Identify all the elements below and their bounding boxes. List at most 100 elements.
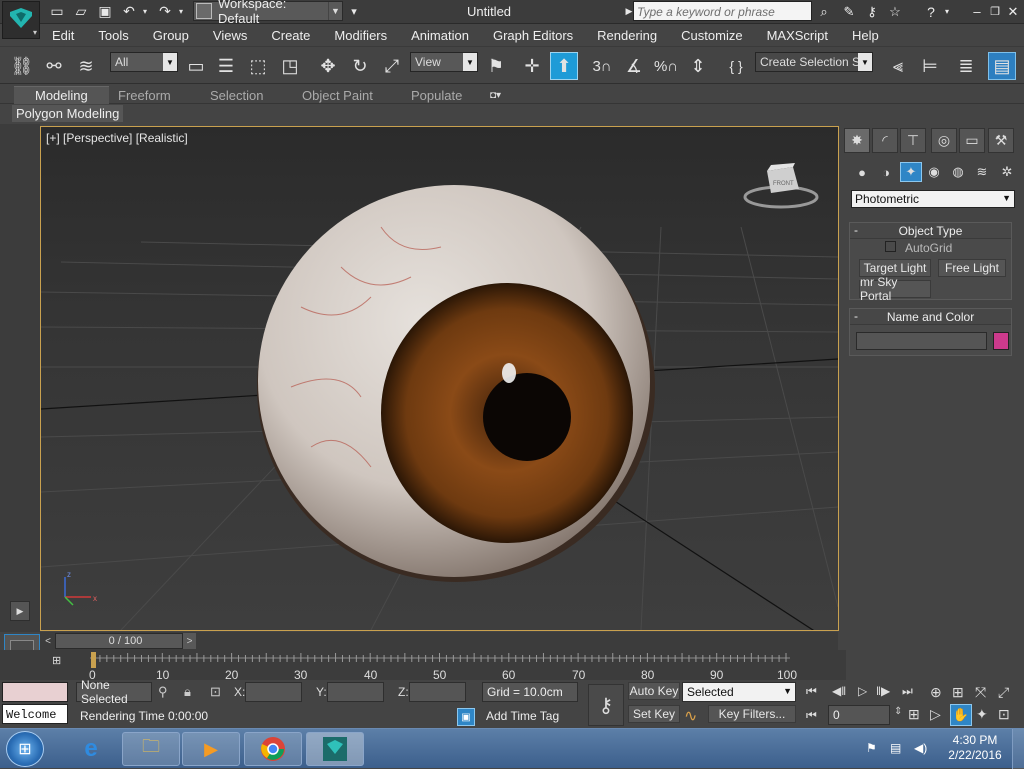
absolute-mode-icon[interactable]: ⊡ [210,684,221,700]
shapes-icon[interactable]: ◑ [875,162,897,182]
select-object-icon[interactable]: ▭ [182,52,210,80]
pivot-center-icon[interactable]: ⚑ [482,52,510,80]
key-icon[interactable]: ⚷ [863,3,881,20]
polygon-modeling-panel[interactable]: Polygon Modeling [12,105,124,122]
motion-tab-icon[interactable]: ◎ [931,128,957,153]
name-and-color-header[interactable]: - Name and Color [850,309,1011,325]
action-center-icon[interactable]: ⚑ [866,741,877,755]
layer-manager-icon[interactable]: ≣ [952,52,980,80]
maxscript-listener-mini[interactable] [2,682,68,702]
keyboard-shortcut-override-icon[interactable]: ⬆ [550,52,578,80]
internet-explorer-icon[interactable]: e [62,732,120,766]
rotate-icon[interactable]: ↻ [346,52,374,80]
menu-maxscript[interactable]: MAXScript [755,24,840,46]
network-icon[interactable]: ▤ [890,741,901,755]
go-to-start-icon[interactable]: ⏮ [806,684,817,699]
maximize-viewport-icon[interactable]: ⊡ [998,706,1010,723]
zoom-icon[interactable]: ⊕ [930,684,942,701]
hierarchy-tab-icon[interactable]: ⊤ [900,128,926,153]
undo-dropdown-icon[interactable]: ▾ [140,3,150,20]
autogrid-checkbox[interactable] [885,241,896,252]
system-clock[interactable]: 4:30 PM 2/22/2016 [940,733,1010,763]
key-filters-button[interactable]: Key Filters... [708,705,796,723]
display-tab-icon[interactable]: ▭ [959,128,985,153]
time-slider[interactable]: 0 / 100 [55,633,196,649]
select-by-name-icon[interactable]: ☰ [212,52,240,80]
menu-modifiers[interactable]: Modifiers [322,24,399,46]
percent-snap-icon[interactable]: %∩ [652,52,680,80]
customize-quick-access-icon[interactable]: ▾ [345,3,363,20]
menu-create[interactable]: Create [259,24,322,46]
minimize-icon[interactable]: – [968,3,986,20]
modify-tab-icon[interactable]: ◜ [872,128,898,153]
expand-arrow-icon[interactable]: ▶ [10,601,30,621]
zoom-all-icon[interactable]: ⊞ [952,684,964,701]
menu-rendering[interactable]: Rendering [585,24,669,46]
menu-graph-editors[interactable]: Graph Editors [481,24,585,46]
cameras-icon[interactable]: ◉ [923,162,945,182]
reference-coordinate-select[interactable]: View ▼ [410,52,478,72]
lights-icon[interactable]: ✦ [900,162,922,182]
set-keys-key-icon[interactable]: ⚷ [588,684,624,726]
chrome-icon[interactable] [244,732,302,766]
snaps-toggle-icon[interactable]: 3∩ [588,52,616,80]
tab-object-paint[interactable]: Object Paint [302,86,373,104]
ribbon-options-icon[interactable]: ◘▾ [490,86,512,104]
show-desktop-button[interactable] [1012,729,1024,769]
help-icon[interactable]: ? [922,3,940,20]
field-of-view-icon[interactable]: ▷ [930,706,941,723]
free-light-button[interactable]: Free Light [938,259,1006,277]
align-icon[interactable]: ⊨ [916,52,944,80]
adaptive-degradation-icon[interactable]: ▣ [457,708,475,726]
menu-animation[interactable]: Animation [399,24,481,46]
mr-sky-portal-button[interactable]: mr Sky Portal [859,275,931,303]
angle-snap-icon[interactable]: ∡ [620,52,648,80]
maxscript-input[interactable]: Welcome [2,704,68,724]
object-color-swatch[interactable] [993,332,1009,350]
viewport-label-menu[interactable]: [+] [Perspective] [Realistic] [46,131,188,145]
previous-frame-icon[interactable]: < [42,633,54,649]
previous-key-icon[interactable]: ◀‖ [832,684,846,698]
undo-icon[interactable]: ↶ [120,3,138,20]
zoom-extents-all-icon[interactable]: ⤢ [998,684,1009,701]
star-icon[interactable]: ☆ [886,3,904,20]
open-file-icon[interactable]: ▱ [72,3,90,20]
tools-icon[interactable]: ✎ [840,3,858,20]
new-file-icon[interactable]: ▭ [48,3,66,20]
tab-modeling[interactable]: Modeling [14,86,109,104]
next-key-icon[interactable]: ‖▶ [876,684,890,698]
menu-tools[interactable]: Tools [86,24,140,46]
curve-editor-icon[interactable]: ∿ [684,706,697,726]
key-mode-select[interactable]: Selected ▼ [682,682,796,702]
restore-icon[interactable]: ❐ [986,3,1004,20]
menu-group[interactable]: Group [141,24,201,46]
tab-selection[interactable]: Selection [210,86,263,104]
selection-filter-select[interactable]: All ▼ [110,52,178,72]
selection-lock-icon[interactable]: 🔒︎ [184,684,191,700]
workspace-select[interactable]: Workspace: Default ▼ [193,0,343,26]
utilities-tab-icon[interactable]: ⚒ [988,128,1014,153]
open-mini-curve-icon[interactable]: ⊞ [52,654,70,668]
app-logo[interactable]: ▾ [2,1,40,39]
time-configuration-icon[interactable]: ⊞ [908,706,920,723]
save-icon[interactable]: ▣ [96,3,114,20]
space-warps-icon[interactable]: ≋ [971,162,993,182]
object-type-header[interactable]: - Object Type [850,223,1011,239]
pan-view-icon[interactable]: ✋ [950,704,972,726]
menu-views[interactable]: Views [201,24,259,46]
create-tab-icon[interactable]: ✸ [844,128,870,153]
go-to-end-icon[interactable]: ⏭ [902,684,913,699]
ribbon-toggle-icon[interactable]: ▤ [988,52,1016,80]
volume-icon[interactable]: ◀) [914,741,927,755]
menu-help[interactable]: Help [840,24,891,46]
3ds-max-taskbar-icon[interactable] [306,732,364,766]
tab-populate[interactable]: Populate [411,86,462,104]
frame-spinner-icon[interactable]: ⇕ [894,706,902,717]
edit-named-selection-icon[interactable]: { } [722,52,750,80]
zoom-extents-icon[interactable]: ⤧ [975,684,986,701]
start-button[interactable]: ⊞ [6,731,44,767]
media-player-icon[interactable]: ▶ [182,732,240,766]
add-time-tag[interactable]: Add Time Tag [482,706,578,726]
unlink-icon[interactable]: ⚯ [40,52,68,80]
chevron-down-icon[interactable]: ▼ [328,2,342,20]
